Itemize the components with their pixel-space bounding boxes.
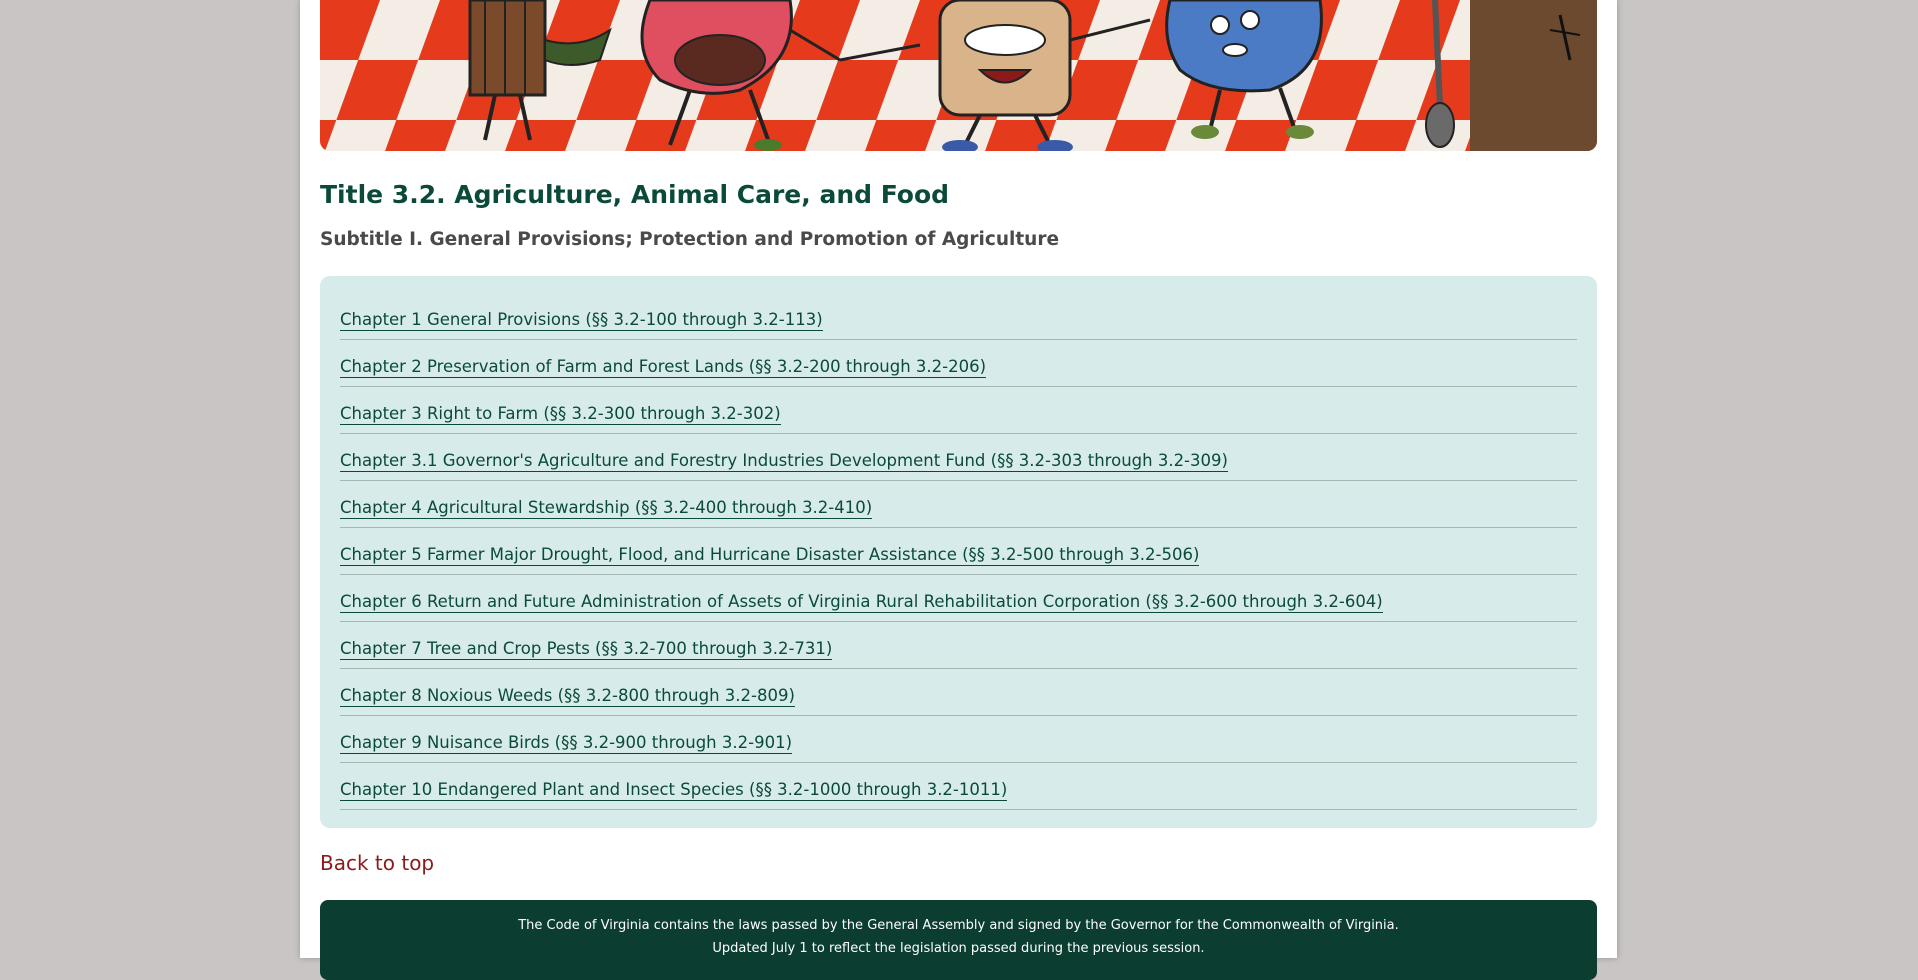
list-item: Chapter 1 General Provisions (§§ 3.2-100… [340, 293, 1577, 340]
back-to-top-link[interactable]: Back to top [320, 851, 434, 875]
page-title: Title 3.2. Agriculture, Animal Care, and… [320, 180, 950, 209]
chapter-link[interactable]: Chapter 4 Agricultural Stewardship (§§ 3… [340, 498, 873, 519]
list-item: Chapter 6 Return and Future Administrati… [340, 575, 1577, 622]
list-item: Chapter 8 Noxious Weeds (§§ 3.2-800 thro… [340, 669, 1577, 716]
footer-text: The Code of Virginia contains the laws p… [518, 918, 1399, 933]
list-item: Chapter 2 Preservation of Farm and Fores… [340, 340, 1577, 387]
page-container: Title 3.2. Agriculture, Animal Care, and… [300, 0, 1617, 980]
list-item: Chapter 3.1 Governor's Agriculture and F… [340, 434, 1577, 481]
footer-text: Updated July 1 to reflect the legislatio… [712, 941, 1205, 956]
hero-banner-image [320, 0, 1597, 151]
chapter-link[interactable]: Chapter 3.1 Governor's Agriculture and F… [340, 451, 1228, 472]
chapter-list: Chapter 1 General Provisions (§§ 3.2-100… [320, 276, 1597, 828]
chapter-link[interactable]: Chapter 1 General Provisions (§§ 3.2-100… [340, 310, 823, 331]
list-item: Chapter 7 Tree and Crop Pests (§§ 3.2-70… [340, 622, 1577, 669]
list-item: Chapter 4 Agricultural Stewardship (§§ 3… [340, 481, 1577, 528]
subtitle-heading: Subtitle I. General Provisions; Protecti… [320, 229, 1060, 250]
chapter-link[interactable]: Chapter 7 Tree and Crop Pests (§§ 3.2-70… [340, 639, 833, 660]
site-footer: The Code of Virginia contains the laws p… [320, 900, 1597, 980]
chapter-link[interactable]: Chapter 8 Noxious Weeds (§§ 3.2-800 thro… [340, 686, 795, 707]
chapter-link[interactable]: Chapter 5 Farmer Major Drought, Flood, a… [340, 545, 1200, 566]
list-item: Chapter 10 Endangered Plant and Insect S… [340, 763, 1577, 810]
list-item: Chapter 5 Farmer Major Drought, Flood, a… [340, 528, 1577, 575]
chapter-link[interactable]: Chapter 9 Nuisance Birds (§§ 3.2-900 thr… [340, 733, 793, 754]
chapter-link[interactable]: Chapter 3 Right to Farm (§§ 3.2-300 thro… [340, 404, 781, 425]
chapter-link[interactable]: Chapter 10 Endangered Plant and Insect S… [340, 780, 1008, 801]
list-item: Chapter 9 Nuisance Birds (§§ 3.2-900 thr… [340, 716, 1577, 763]
chapter-link[interactable]: Chapter 6 Return and Future Administrati… [340, 592, 1383, 613]
list-item: Chapter 3 Right to Farm (§§ 3.2-300 thro… [340, 387, 1577, 434]
chapter-link[interactable]: Chapter 2 Preservation of Farm and Fores… [340, 357, 987, 378]
